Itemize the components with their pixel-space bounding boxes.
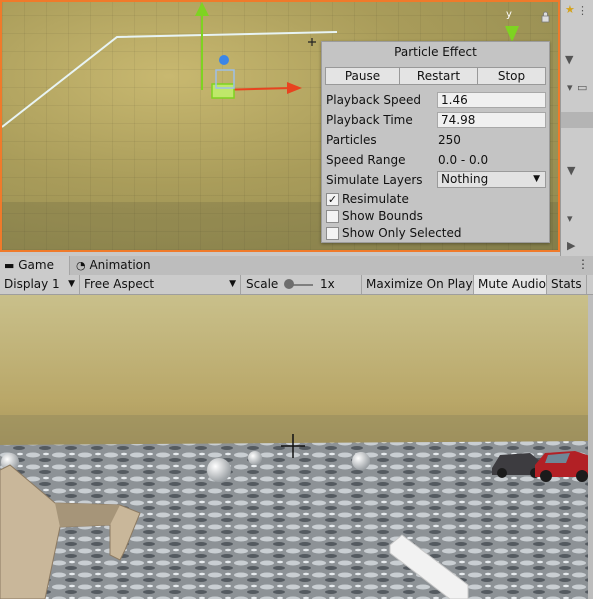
gizmo-z-handle[interactable] (219, 55, 229, 65)
show-bounds-label: Show Bounds (342, 209, 423, 223)
tab-animation-label: Animation (89, 258, 151, 272)
playback-speed-label: Playback Speed (326, 93, 421, 107)
resimulate-label: Resimulate (342, 192, 409, 206)
game-view[interactable] (0, 295, 593, 599)
chevron-down-icon: ▼ (533, 174, 540, 184)
display-dropdown[interactable]: Display 1 ▼ (0, 275, 80, 294)
scale-slider-handle[interactable] (284, 279, 294, 289)
move-cursor-icon (308, 38, 316, 46)
inspector-side-strip: ★ ⋮ ▼ ▾ ▭ ▼ ▾ ▶ (560, 0, 593, 256)
restart-button[interactable]: Restart (399, 67, 478, 85)
tab-game-label: Game (18, 258, 54, 272)
simulate-layers-value: Nothing (441, 172, 489, 186)
display-value: Display 1 (4, 277, 60, 291)
collapse-arrow-icon[interactable]: ▾ (567, 82, 573, 94)
aspect-dropdown[interactable]: Free Aspect ▼ (80, 275, 241, 294)
tab-animation[interactable]: ◔ Animation (72, 256, 158, 275)
simulate-layers-dropdown[interactable]: Nothing ▼ (437, 171, 546, 188)
playback-time-field[interactable]: 74.98 (437, 112, 546, 128)
aspect-value: Free Aspect (84, 277, 155, 291)
expand-arrow-icon[interactable]: ▼ (565, 54, 573, 66)
gizmo-y-arrow[interactable] (195, 2, 209, 16)
pause-button[interactable]: Pause (325, 67, 400, 85)
show-bounds-checkbox[interactable] (326, 210, 339, 223)
chevron-down-icon: ▼ (229, 279, 236, 289)
side-selection-row (561, 112, 593, 128)
tab-menu-icon[interactable]: ⋮ (577, 257, 589, 271)
simulate-layers-label: Simulate Layers (326, 173, 423, 187)
grid-bounds-outline (2, 31, 338, 128)
panel-tab-bar: ▬ Game ◔ Animation ⋮ (0, 256, 593, 276)
tab-game[interactable]: ▬ Game (0, 256, 70, 275)
maximize-on-play-toggle[interactable]: Maximize On Play (362, 275, 474, 294)
expand-arrow-icon[interactable]: ▾ (567, 213, 573, 225)
sphere-object (352, 452, 370, 470)
stop-button[interactable]: Stop (477, 67, 546, 85)
sphere-object (207, 458, 231, 482)
game-view-scrollbar[interactable] (588, 295, 593, 599)
show-only-selected-label: Show Only Selected (342, 226, 462, 240)
particle-effect-panel: Particle Effect Pause Restart Stop Playb… (321, 41, 550, 243)
scale-value: 1x (320, 277, 335, 291)
lock-icon[interactable] (541, 11, 550, 23)
orientation-gizmo-y-label: y (506, 9, 512, 20)
star-icon[interactable]: ★ (565, 4, 575, 16)
stats-toggle[interactable]: Stats (547, 275, 587, 294)
resimulate-checkbox[interactable]: ✓ (326, 193, 339, 206)
particles-label: Particles (326, 133, 377, 147)
wooden-structure-shadow (55, 503, 120, 527)
chevron-down-icon: ▼ (68, 279, 75, 289)
game-canvas[interactable] (0, 295, 593, 599)
playback-speed-field[interactable]: 1.46 (437, 92, 546, 108)
playback-time-label: Playback Time (326, 113, 413, 127)
orientation-gizmo-y-cone[interactable] (505, 26, 519, 42)
gamepad-icon: ▬ (4, 259, 15, 272)
show-only-selected-checkbox[interactable] (326, 227, 339, 240)
expand-arrow-icon[interactable]: ▼ (567, 165, 575, 177)
scale-label: Scale (246, 277, 279, 291)
speed-range-value: 0.0 - 0.0 (438, 153, 489, 167)
clock-icon: ◔ (76, 259, 86, 272)
particles-value: 250 (438, 133, 461, 147)
panel-title: Particle Effect (394, 45, 477, 59)
mute-audio-toggle[interactable]: Mute Audio (474, 275, 547, 294)
collapse-arrow-icon[interactable]: ▶ (567, 240, 575, 252)
speed-range-label: Speed Range (326, 153, 406, 167)
gizmo-x-arrow[interactable] (287, 82, 302, 94)
more-icon[interactable]: ⋮ (577, 5, 588, 17)
folder-icon[interactable]: ▭ (577, 82, 587, 94)
sphere-object (248, 451, 262, 465)
